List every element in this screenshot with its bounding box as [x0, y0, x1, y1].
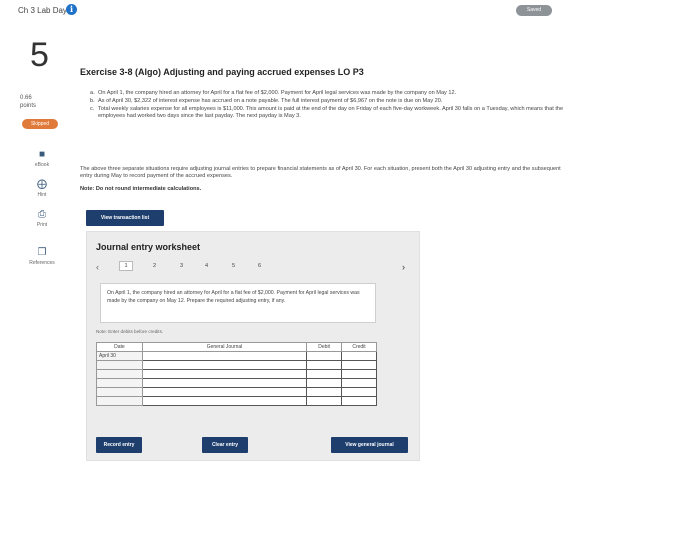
date-cell — [96, 369, 143, 379]
account-input[interactable] — [141, 387, 308, 397]
credit-input[interactable] — [341, 351, 377, 361]
part-c: c. Total weekly salaries expense for all… — [90, 106, 565, 120]
column-header-credit: Credit — [341, 342, 377, 352]
part-text: Total weekly salaries expense for all em… — [98, 106, 564, 119]
hint-icon: ⨁ — [37, 179, 47, 190]
references-label: References — [29, 260, 55, 266]
page-tab-1[interactable]: 1 — [119, 261, 133, 271]
date-cell — [96, 378, 143, 388]
hint-label: Hint — [37, 192, 47, 198]
clear-entry-button[interactable]: Clear entry — [202, 437, 248, 453]
debits-before-credits-note: Note: Enter debits before credits. — [96, 329, 164, 334]
part-letter: b. — [90, 98, 95, 104]
exercise-intro: The above three separate situations requ… — [80, 166, 561, 179]
page-tab-3[interactable]: 3 — [180, 263, 183, 269]
column-header-debit: Debit — [306, 342, 343, 352]
exercise-title: Exercise 3-8 (Algo) Adjusting and paying… — [80, 67, 364, 77]
table-row — [96, 360, 377, 370]
account-input[interactable] — [141, 360, 308, 370]
ebook-label: eBook — [34, 162, 50, 168]
date-cell: April 30 — [96, 351, 143, 361]
worksheet-title: Journal entry worksheet — [96, 242, 201, 252]
info-icon[interactable]: i — [66, 4, 77, 15]
date-cell — [96, 387, 143, 397]
column-header-general-journal: General Journal — [141, 342, 308, 352]
hint-tool[interactable]: ⨁ Hint — [24, 179, 60, 199]
top-bar: Ch 3 Lab Day 2 i Saved — [0, 0, 700, 22]
account-input[interactable] — [141, 351, 308, 361]
account-input[interactable] — [141, 396, 308, 406]
credit-input[interactable] — [341, 396, 377, 406]
print-icon: ⎙ — [38, 209, 46, 220]
references-icon: ❐ — [37, 247, 47, 258]
points-value: 0.66 — [20, 95, 32, 101]
page-tab-5[interactable]: 5 — [232, 263, 235, 269]
chevron-left-icon[interactable]: ‹ — [96, 262, 99, 272]
table-row — [96, 369, 377, 379]
date-cell — [96, 360, 143, 370]
part-text: As of April 30, $2,322 of interest expen… — [98, 98, 443, 104]
book-icon: ■ — [38, 149, 46, 160]
debit-input[interactable] — [306, 360, 343, 370]
debit-input[interactable] — [306, 351, 343, 361]
journal-entry-table: Date General Journal Debit Credit April … — [96, 342, 377, 406]
references-tool[interactable]: ❐ References — [24, 247, 60, 267]
account-input[interactable] — [141, 378, 308, 388]
print-label: Print — [36, 222, 48, 228]
credit-input[interactable] — [341, 360, 377, 370]
exercise-note: Note: Do not round intermediate calculat… — [80, 186, 202, 192]
table-row — [96, 396, 377, 406]
page-tab-2[interactable]: 2 — [153, 263, 156, 269]
part-letter: c. — [90, 106, 95, 112]
debit-input[interactable] — [306, 369, 343, 379]
debit-input[interactable] — [306, 387, 343, 397]
part-letter: a. — [90, 90, 95, 96]
exercise-parts: a. On April 1, the company hired an atto… — [90, 90, 565, 121]
saved-status-badge: Saved — [516, 5, 552, 16]
credit-input[interactable] — [341, 387, 377, 397]
credit-input[interactable] — [341, 378, 377, 388]
credit-input[interactable] — [341, 369, 377, 379]
page-tab-6[interactable]: 6 — [258, 263, 261, 269]
status-badge: Skipped — [22, 119, 58, 129]
view-transaction-list-button[interactable]: View transaction list — [86, 210, 164, 226]
debit-input[interactable] — [306, 378, 343, 388]
part-a: a. On April 1, the company hired an atto… — [90, 90, 565, 97]
page-tab-4[interactable]: 4 — [205, 263, 208, 269]
date-cell — [96, 396, 143, 406]
print-tool[interactable]: ⎙ Print — [24, 209, 60, 229]
column-header-date: Date — [96, 342, 143, 352]
record-entry-button[interactable]: Record entry — [96, 437, 142, 453]
question-number: 5 — [30, 36, 49, 74]
table-row — [96, 387, 377, 397]
view-general-journal-button[interactable]: View general journal — [331, 437, 408, 453]
table-row: April 30 — [96, 351, 377, 361]
table-header-row: Date General Journal Debit Credit — [96, 342, 377, 352]
chevron-right-icon[interactable]: › — [402, 262, 405, 272]
part-b: b. As of April 30, $2,322 of interest ex… — [90, 98, 565, 105]
points-display: 0.66 points — [20, 94, 36, 110]
entry-description: On April 1, the company hired an attorne… — [100, 283, 376, 323]
part-text: On April 1, the company hired an attorne… — [98, 90, 457, 96]
account-input[interactable] — [141, 369, 308, 379]
points-unit: points — [20, 103, 37, 109]
ebook-tool[interactable]: ■ eBook — [24, 149, 60, 169]
debit-input[interactable] — [306, 396, 343, 406]
table-row — [96, 378, 377, 388]
